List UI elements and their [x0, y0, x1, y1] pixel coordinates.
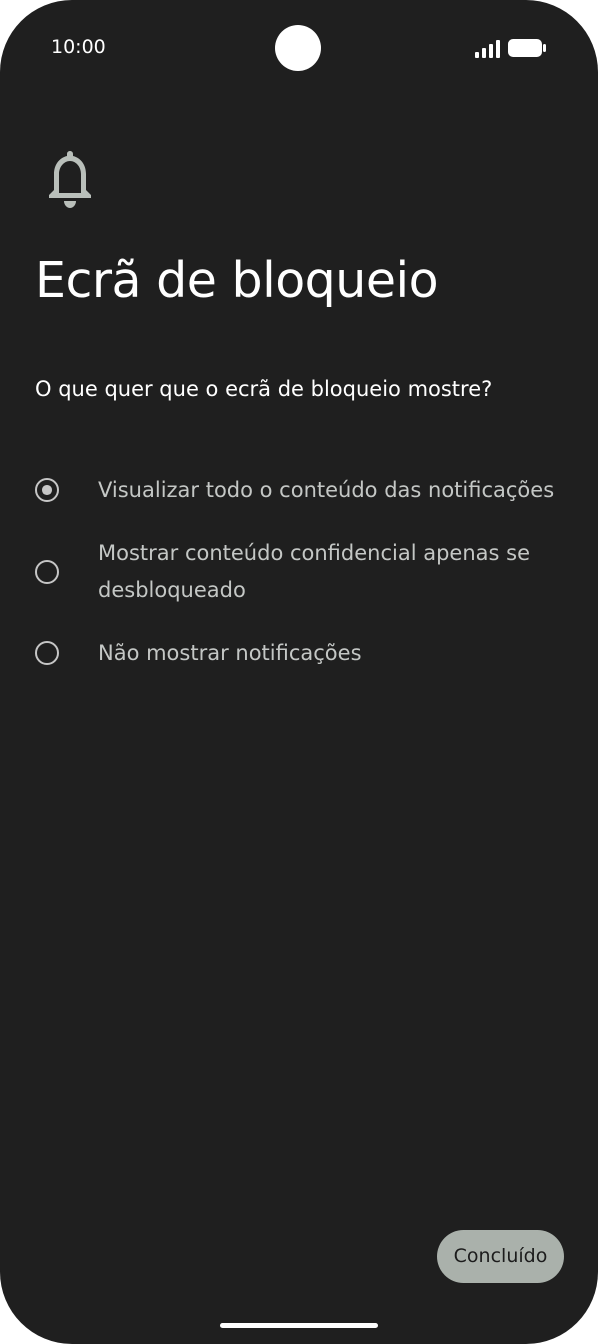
- radio-option-label: Não mostrar notificações: [98, 641, 362, 665]
- radio-option-hide-sensitive[interactable]: Mostrar conteúdo confidencial apenas se …: [0, 535, 598, 609]
- radio-option-label: Mostrar conteúdo confidencial apenas se …: [98, 541, 530, 602]
- question-text: O que quer que o ecrã de bloqueio mostre…: [35, 377, 493, 401]
- radio-option-show-all[interactable]: Visualizar todo o conteúdo das notificaç…: [0, 472, 598, 509]
- radio-button[interactable]: [35, 641, 59, 665]
- phone-screen: 10:00 Ecrã de bloqueio O que quer que o …: [0, 0, 598, 1344]
- radio-button-selected[interactable]: [35, 478, 59, 502]
- radio-button[interactable]: [35, 560, 59, 584]
- home-indicator[interactable]: [220, 1323, 378, 1328]
- battery-full-icon: [508, 39, 546, 57]
- front-camera-cutout: [275, 25, 321, 71]
- cellular-signal-icon: [475, 40, 500, 58]
- page-title: Ecrã de bloqueio: [35, 252, 439, 309]
- status-time: 10:00: [51, 36, 106, 58]
- done-button[interactable]: Concluído: [437, 1230, 564, 1283]
- radio-option-hide-all[interactable]: Não mostrar notificações: [0, 635, 598, 672]
- bell-icon: [49, 151, 91, 208]
- radio-option-label: Visualizar todo o conteúdo das notificaç…: [98, 478, 555, 502]
